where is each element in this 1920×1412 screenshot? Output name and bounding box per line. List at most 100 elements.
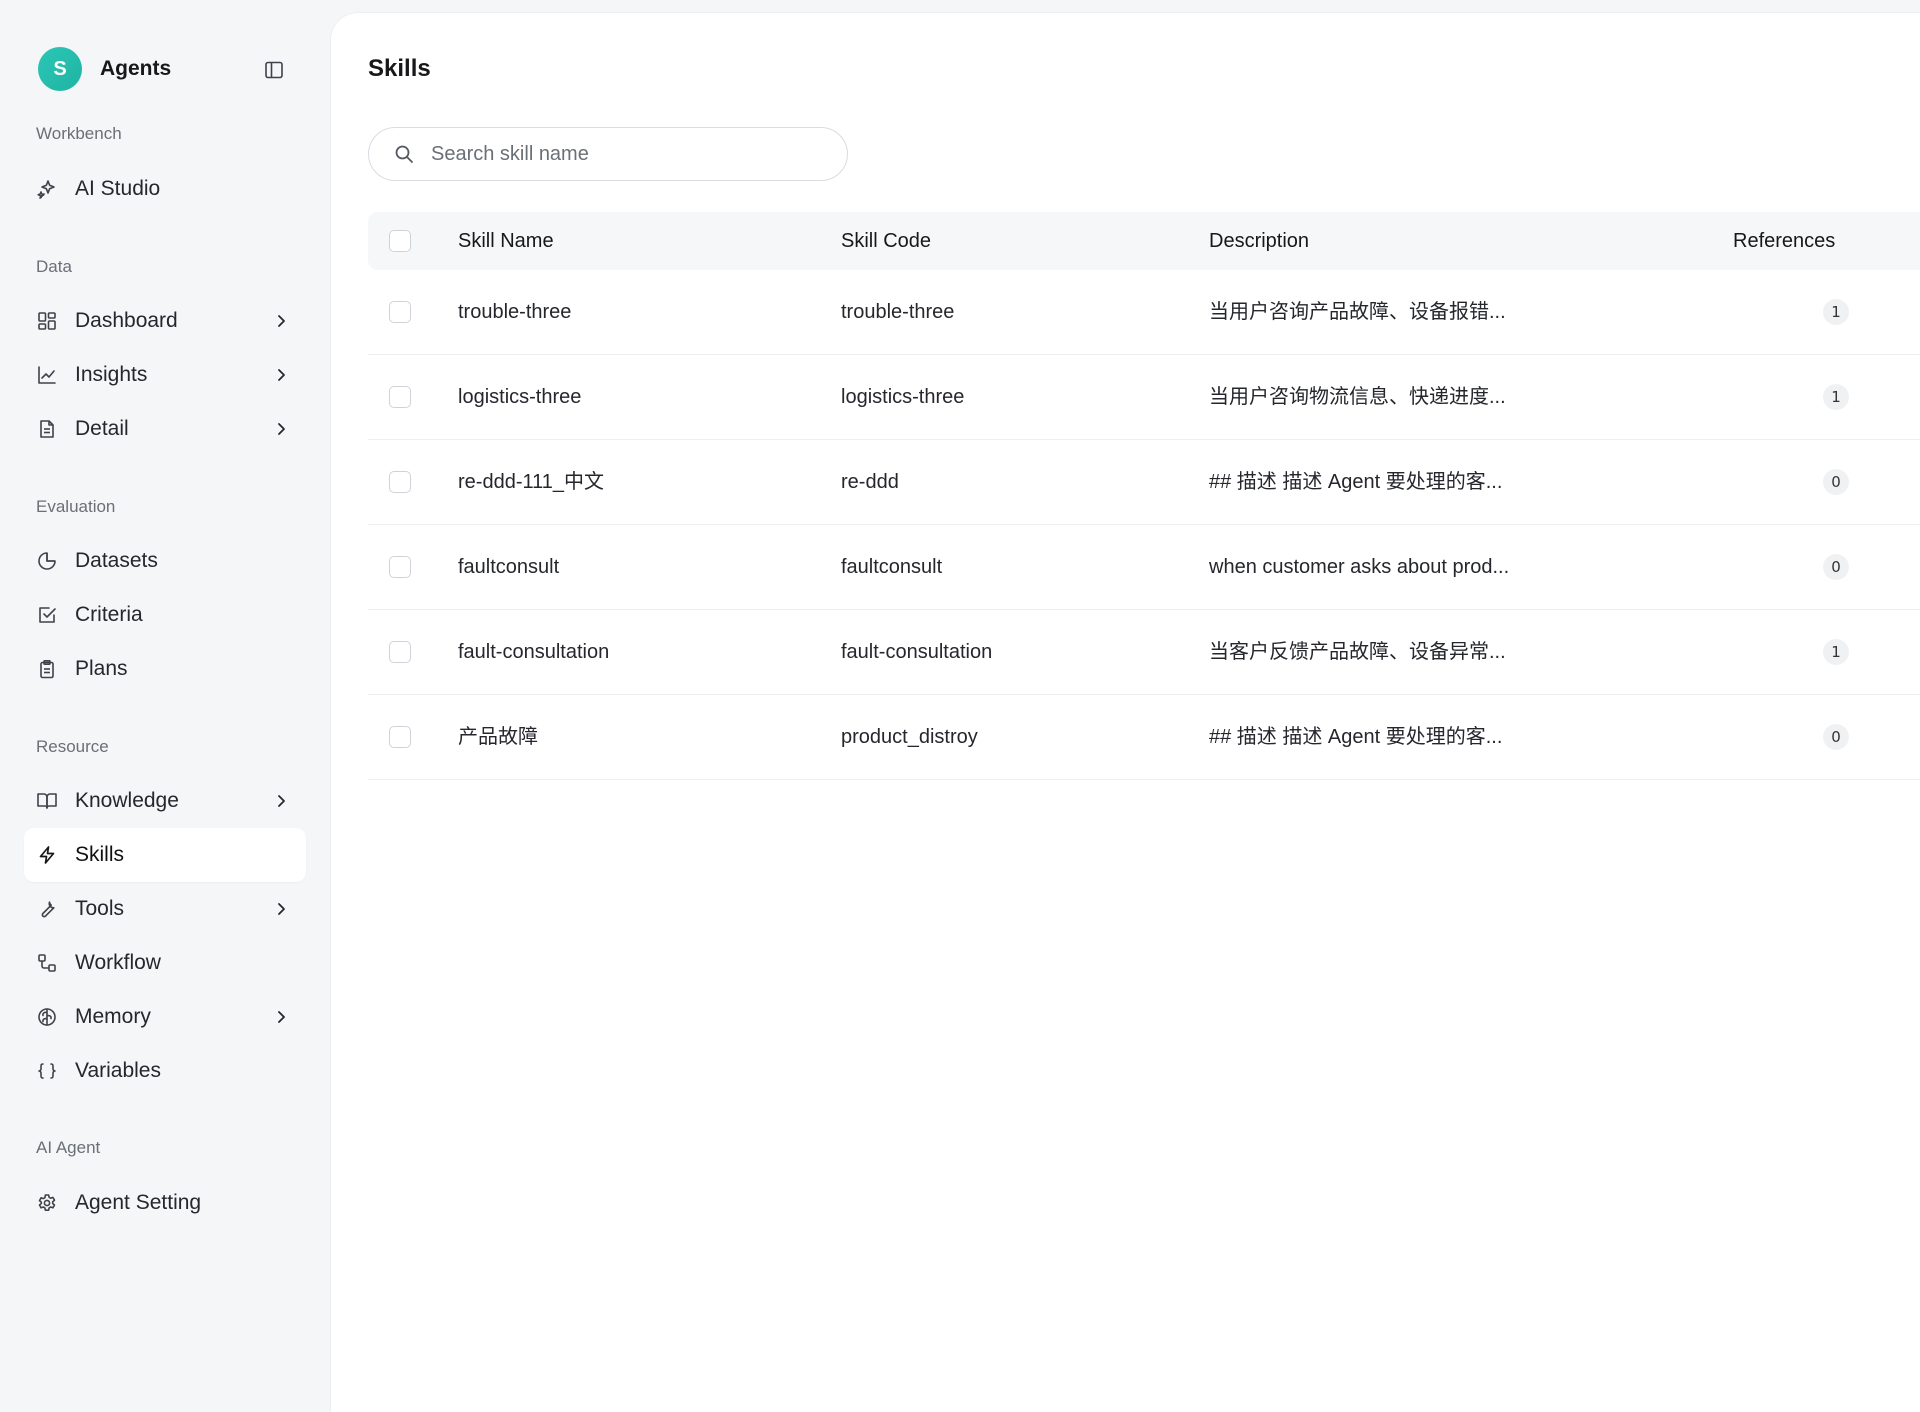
sidebar-item-plans[interactable]: Plans [24, 642, 306, 696]
sidebar-item-label: AI Studio [75, 177, 161, 200]
braces-icon [36, 1060, 58, 1082]
sidebar-toggle-icon[interactable] [262, 58, 286, 82]
table-row[interactable]: fault-consultation fault-consultation 当客… [368, 610, 1920, 695]
row-checkbox[interactable] [389, 726, 411, 748]
sidebar-item-label: Variables [75, 1059, 161, 1082]
skill-description: ## 描述 描述 Agent 要处理的客... [1209, 471, 1503, 493]
table-row[interactable]: re-ddd-111_中文 re-ddd ## 描述 描述 Agent 要处理的… [368, 440, 1920, 525]
sidebar-item-skills[interactable]: Skills [24, 828, 306, 882]
skill-description: when customer asks about prod... [1209, 556, 1510, 578]
references-badge: 1 [1823, 299, 1849, 325]
sidebar-item-memory[interactable]: Memory [24, 990, 306, 1044]
document-icon [36, 418, 58, 440]
sidebar-item-workflow[interactable]: Workflow [24, 936, 306, 990]
main-panel: Skills Skill Name Skill Code Description… [330, 12, 1920, 1412]
sidebar-item-agent-setting[interactable]: Agent Setting [24, 1176, 306, 1230]
sidebar-item-ai-studio[interactable]: AI Studio [24, 162, 306, 216]
book-icon [36, 790, 58, 812]
skill-name[interactable]: logistics-three [458, 355, 581, 439]
references-badge: 0 [1823, 469, 1849, 495]
sidebar-item-label: Insights [75, 363, 148, 386]
row-checkbox[interactable] [389, 471, 411, 493]
table-header: Skill Name Skill Code Description Refere… [368, 212, 1920, 270]
sidebar-item-variables[interactable]: Variables [24, 1044, 306, 1098]
wrench-icon [36, 898, 58, 920]
sidebar-item-insights[interactable]: Insights [24, 348, 306, 402]
sidebar-item-label: Workflow [75, 951, 161, 974]
table-row[interactable]: 产品故障 product_distroy ## 描述 描述 Agent 要处理的… [368, 695, 1920, 780]
section-label-evaluation: Evaluation [36, 497, 116, 516]
table-row[interactable]: trouble-three trouble-three 当用户咨询产品故障、设备… [368, 270, 1920, 355]
table-row[interactable]: logistics-three logistics-three 当用户咨询物流信… [368, 355, 1920, 440]
sidebar-item-label: Plans [75, 657, 128, 680]
skill-code: logistics-three [841, 386, 965, 408]
chevron-right-icon[interactable] [270, 310, 292, 332]
gear-icon [36, 1192, 58, 1214]
brain-icon [36, 1006, 58, 1028]
sidebar-item-dashboard[interactable]: Dashboard [24, 294, 306, 348]
row-checkbox[interactable] [389, 386, 411, 408]
section-label-ai-agent: AI Agent [36, 1138, 101, 1157]
chevron-right-icon[interactable] [270, 898, 292, 920]
sidebar: S Agents Workbench AI Studio Data Dashbo… [0, 0, 330, 1400]
brand[interactable]: S Agents [38, 47, 171, 91]
sparkle-icon [36, 178, 58, 200]
skill-name[interactable]: 产品故障 [458, 695, 538, 779]
sidebar-item-label: Dashboard [75, 309, 178, 332]
sidebar-item-label: Knowledge [75, 789, 179, 812]
workflow-icon [36, 952, 58, 974]
search-icon [393, 143, 415, 165]
sidebar-item-label: Datasets [75, 549, 158, 572]
search-box[interactable] [368, 127, 848, 181]
sidebar-item-datasets[interactable]: Datasets [24, 534, 306, 588]
select-all-checkbox[interactable] [389, 230, 411, 252]
search-input[interactable] [429, 141, 833, 167]
sidebar-item-label: Tools [75, 897, 125, 920]
sidebar-item-tools[interactable]: Tools [24, 882, 306, 936]
line-chart-icon [36, 364, 58, 386]
skill-description: 当用户咨询产品故障、设备报错... [1209, 301, 1506, 323]
row-checkbox[interactable] [389, 641, 411, 663]
sidebar-item-label: Memory [75, 1005, 151, 1028]
brand-name: Agents [100, 57, 172, 80]
column-header-skill-name[interactable]: Skill Name [458, 212, 554, 270]
chevron-right-icon[interactable] [270, 418, 292, 440]
skill-description: 当用户咨询物流信息、快递进度... [1209, 386, 1506, 408]
skill-code: faultconsult [841, 556, 943, 578]
skill-description: ## 描述 描述 Agent 要处理的客... [1209, 726, 1503, 748]
column-header-references[interactable]: References [1733, 212, 1835, 270]
row-checkbox[interactable] [389, 301, 411, 323]
clipboard-icon [36, 658, 58, 680]
sidebar-item-label: Criteria [75, 603, 143, 626]
skills-table: Skill Name Skill Code Description Refere… [368, 212, 1920, 780]
pie-chart-icon [36, 550, 58, 572]
column-header-description[interactable]: Description [1209, 212, 1309, 270]
table-row[interactable]: faultconsult faultconsult when customer … [368, 525, 1920, 610]
sidebar-item-criteria[interactable]: Criteria [24, 588, 306, 642]
skill-name[interactable]: trouble-three [458, 270, 571, 354]
sidebar-item-label: Agent Setting [75, 1191, 202, 1214]
page-title: Skills [368, 55, 431, 82]
sidebar-item-label: Detail [75, 417, 129, 440]
sidebar-item-knowledge[interactable]: Knowledge [24, 774, 306, 828]
chevron-right-icon[interactable] [270, 1006, 292, 1028]
skill-name[interactable]: faultconsult [458, 525, 559, 609]
section-label-workbench: Workbench [36, 124, 122, 143]
skill-name[interactable]: re-ddd-111_中文 [458, 440, 604, 524]
sidebar-item-label: Skills [75, 843, 125, 866]
skill-code: fault-consultation [841, 641, 993, 663]
lightning-icon [36, 844, 58, 866]
skill-code: product_distroy [841, 726, 978, 748]
chevron-right-icon[interactable] [270, 364, 292, 386]
column-header-skill-code[interactable]: Skill Code [841, 212, 931, 270]
references-badge: 0 [1823, 724, 1849, 750]
check-square-icon [36, 604, 58, 626]
section-label-resource: Resource [36, 737, 109, 756]
avatar: S [38, 47, 82, 91]
skill-code: trouble-three [841, 301, 955, 323]
sidebar-item-detail[interactable]: Detail [24, 402, 306, 456]
dashboard-icon [36, 310, 58, 332]
chevron-right-icon[interactable] [270, 790, 292, 812]
row-checkbox[interactable] [389, 556, 411, 578]
skill-name[interactable]: fault-consultation [458, 610, 609, 694]
